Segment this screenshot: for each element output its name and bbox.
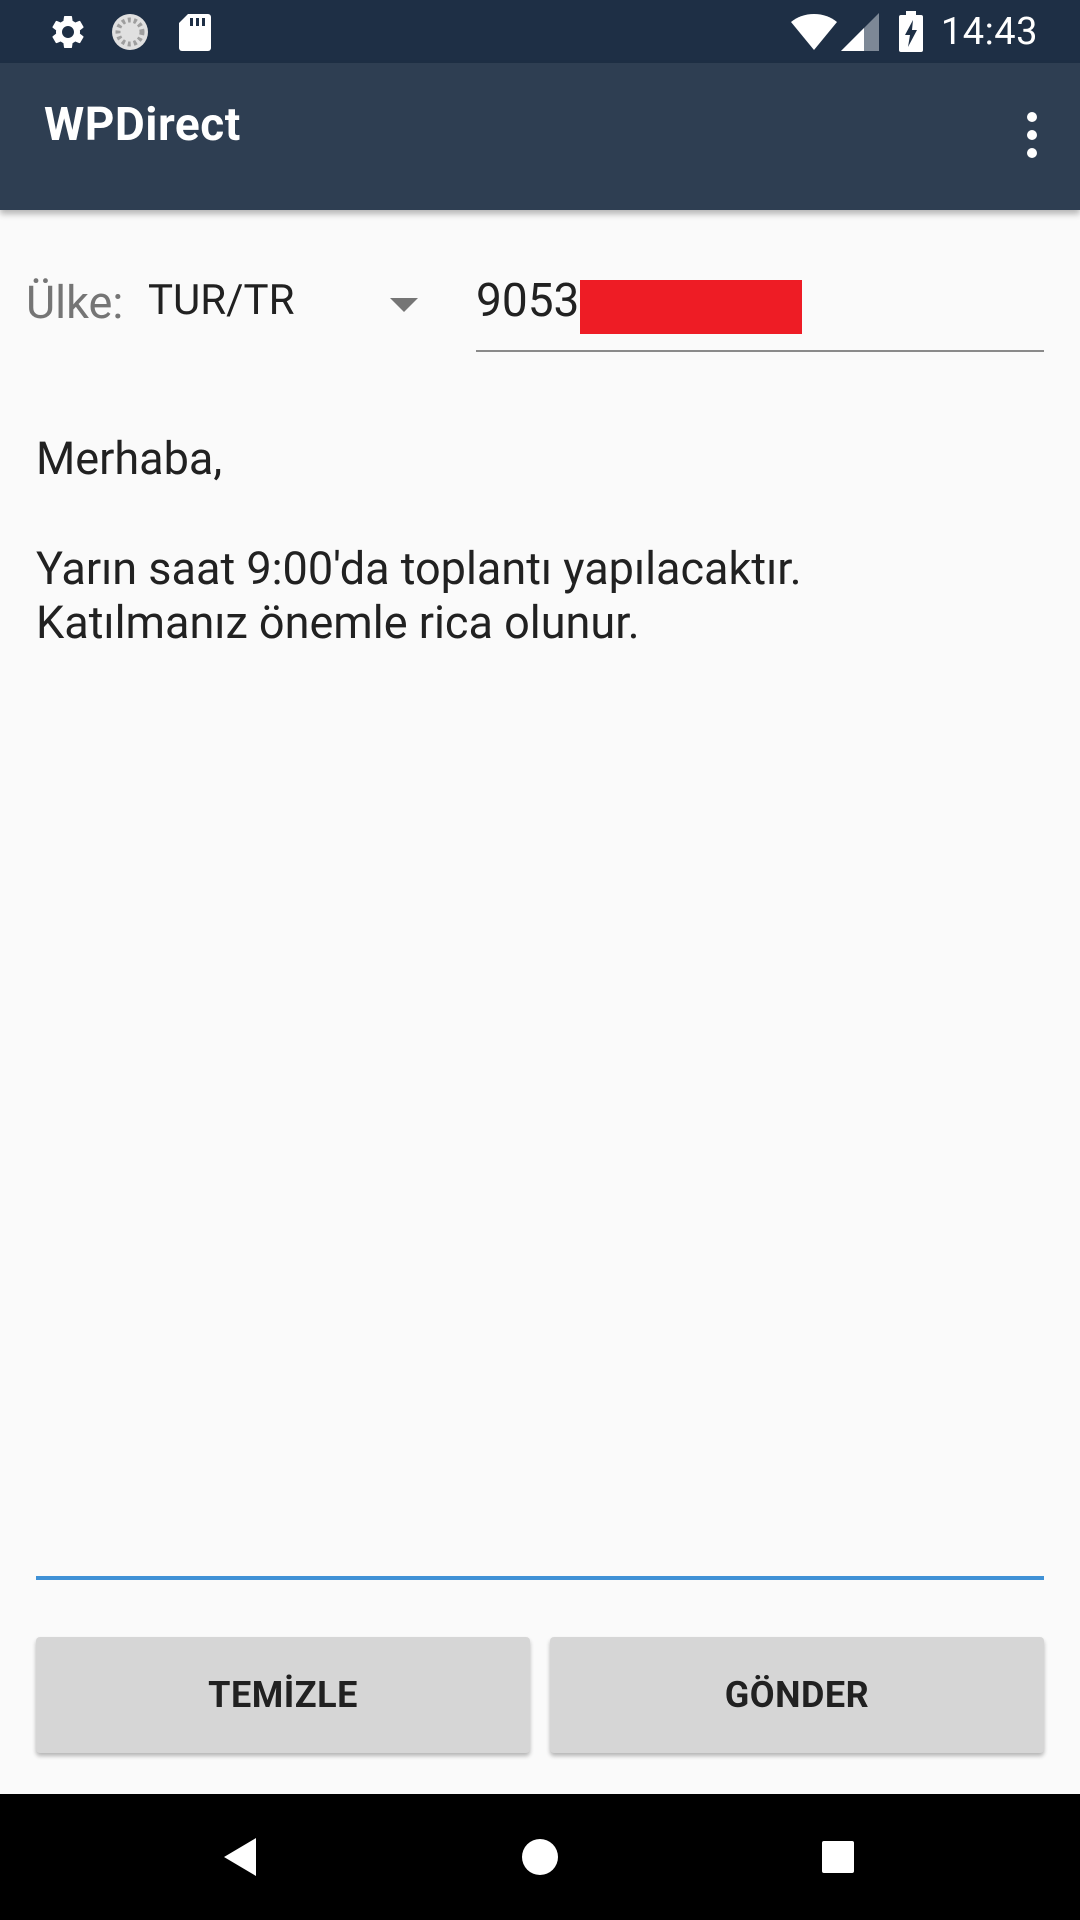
phone-number-value: 9053 [476, 274, 580, 328]
phone-number-input[interactable]: 9053 [476, 268, 1044, 352]
message-input[interactable]: Merhaba, Yarın saat 9:00'da toplantı yap… [36, 420, 1044, 1580]
sync-icon [112, 14, 148, 50]
more-vert-icon[interactable] [1002, 99, 1062, 171]
send-button[interactable]: GÖNDER [550, 1637, 1044, 1753]
app-bar: WPDirect [0, 63, 1080, 210]
country-label: Ülke: [26, 276, 124, 329]
sd-card-icon [179, 14, 211, 51]
clear-button[interactable]: TEMİZLE [36, 1637, 530, 1753]
status-time: 14:43 [940, 10, 1038, 54]
message-line: Merhaba, [36, 432, 223, 485]
back-icon[interactable] [222, 1837, 258, 1877]
home-icon[interactable] [520, 1837, 560, 1877]
wifi-icon [791, 14, 837, 50]
cellular-signal-icon [841, 13, 879, 51]
battery-charging-icon [899, 11, 923, 52]
status-bar: 14:43 [0, 0, 1080, 63]
country-value: TUR/TR [148, 276, 295, 325]
app-title: WPDirect [44, 98, 241, 152]
navigation-bar [0, 1794, 1080, 1920]
redaction-block [580, 280, 802, 334]
country-spinner[interactable]: TUR/TR [138, 270, 434, 340]
dropdown-arrow-icon [390, 298, 418, 312]
message-line: Yarın saat 9:00'da toplantı yapılacaktır… [36, 542, 802, 595]
settings-icon [52, 15, 84, 48]
recents-icon[interactable] [821, 1840, 855, 1874]
message-line: Katılmanız önemle rica olunur. [36, 596, 640, 649]
